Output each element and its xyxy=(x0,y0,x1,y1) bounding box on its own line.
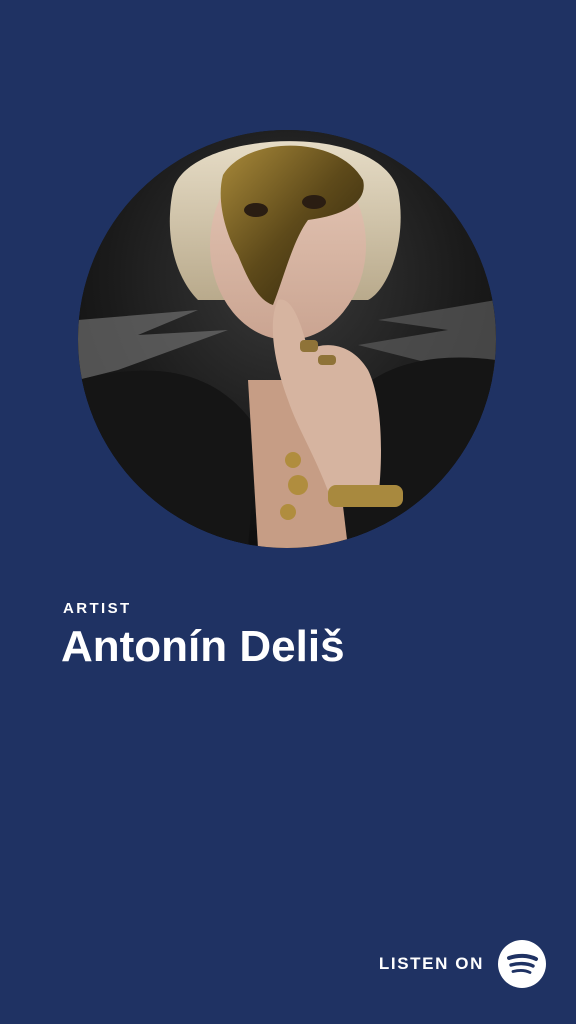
artist-photo[interactable] xyxy=(78,130,496,548)
spotify-icon[interactable] xyxy=(498,940,546,988)
artist-label: ARTIST xyxy=(63,600,132,617)
listen-on-label: LISTEN ON xyxy=(378,954,484,973)
artist-name[interactable]: Antonín Deliš xyxy=(61,622,345,672)
artist-share-card: ARTIST Antonín Deliš LISTEN ON xyxy=(0,0,576,1024)
artist-portrait-image xyxy=(78,130,496,548)
listen-on-spotify[interactable]: LISTEN ON xyxy=(379,940,546,988)
